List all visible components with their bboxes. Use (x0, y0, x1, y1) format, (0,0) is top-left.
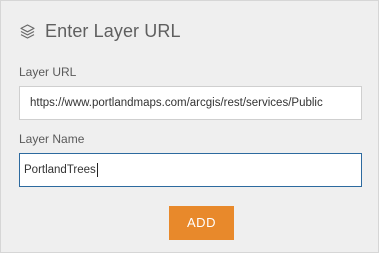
panel-title: Enter Layer URL (45, 20, 181, 41)
layers-icon (19, 23, 36, 40)
layer-name-label: Layer Name (19, 132, 85, 146)
layer-name-input[interactable]: PortlandTrees (19, 153, 362, 187)
text-cursor (96, 163, 98, 177)
layer-url-input[interactable]: https://www.portlandmaps.com/arcgis/rest… (19, 86, 362, 120)
add-button[interactable]: ADD (169, 206, 234, 240)
layer-name-value: PortlandTrees (24, 164, 96, 176)
enter-layer-url-panel: Enter Layer URL Layer URL https://www.po… (0, 0, 379, 253)
layer-url-value: https://www.portlandmaps.com/arcgis/rest… (30, 97, 323, 109)
layer-url-label: Layer URL (19, 65, 77, 79)
panel-header: Enter Layer URL (19, 19, 181, 43)
